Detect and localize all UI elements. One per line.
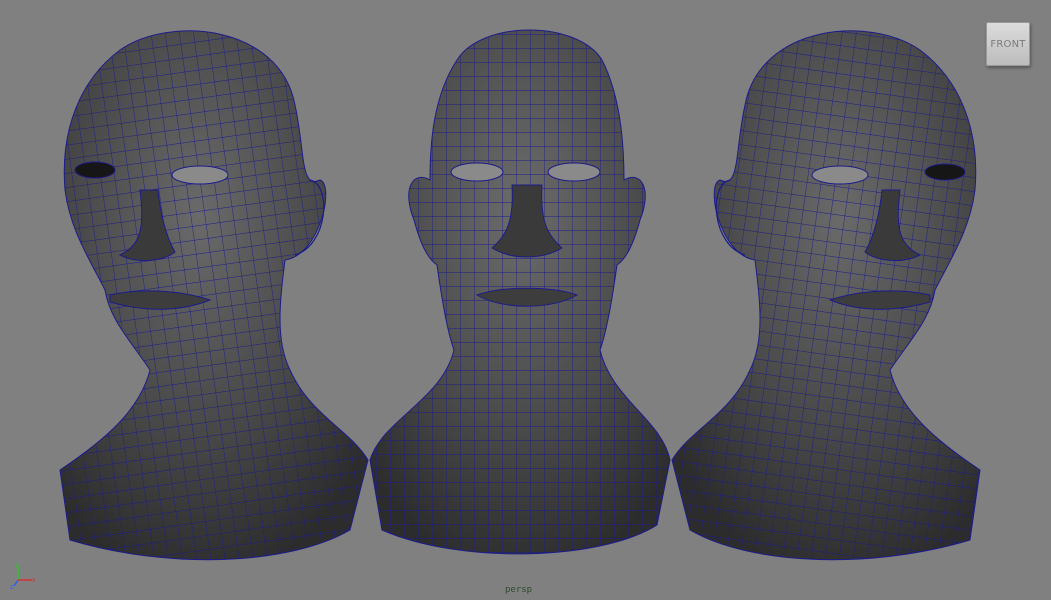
axis-gizmo-icon: y x z — [10, 560, 44, 591]
svg-text:y: y — [15, 561, 19, 568]
head-mesh-right — [671, 30, 981, 561]
head-mesh-center — [369, 29, 671, 555]
head-model-right[interactable] — [660, 20, 990, 580]
camera-label: persp — [505, 585, 533, 595]
svg-text:z: z — [10, 584, 13, 590]
head-model-left[interactable] — [50, 20, 380, 580]
head-mesh-left — [59, 30, 369, 561]
head-model-center[interactable] — [362, 20, 692, 580]
view-cube-face-label: FRONT — [990, 38, 1026, 50]
svg-text:x: x — [32, 577, 36, 584]
3d-viewport[interactable]: FRONT y x z persp — [0, 0, 1051, 600]
view-cube[interactable]: FRONT — [986, 22, 1030, 66]
